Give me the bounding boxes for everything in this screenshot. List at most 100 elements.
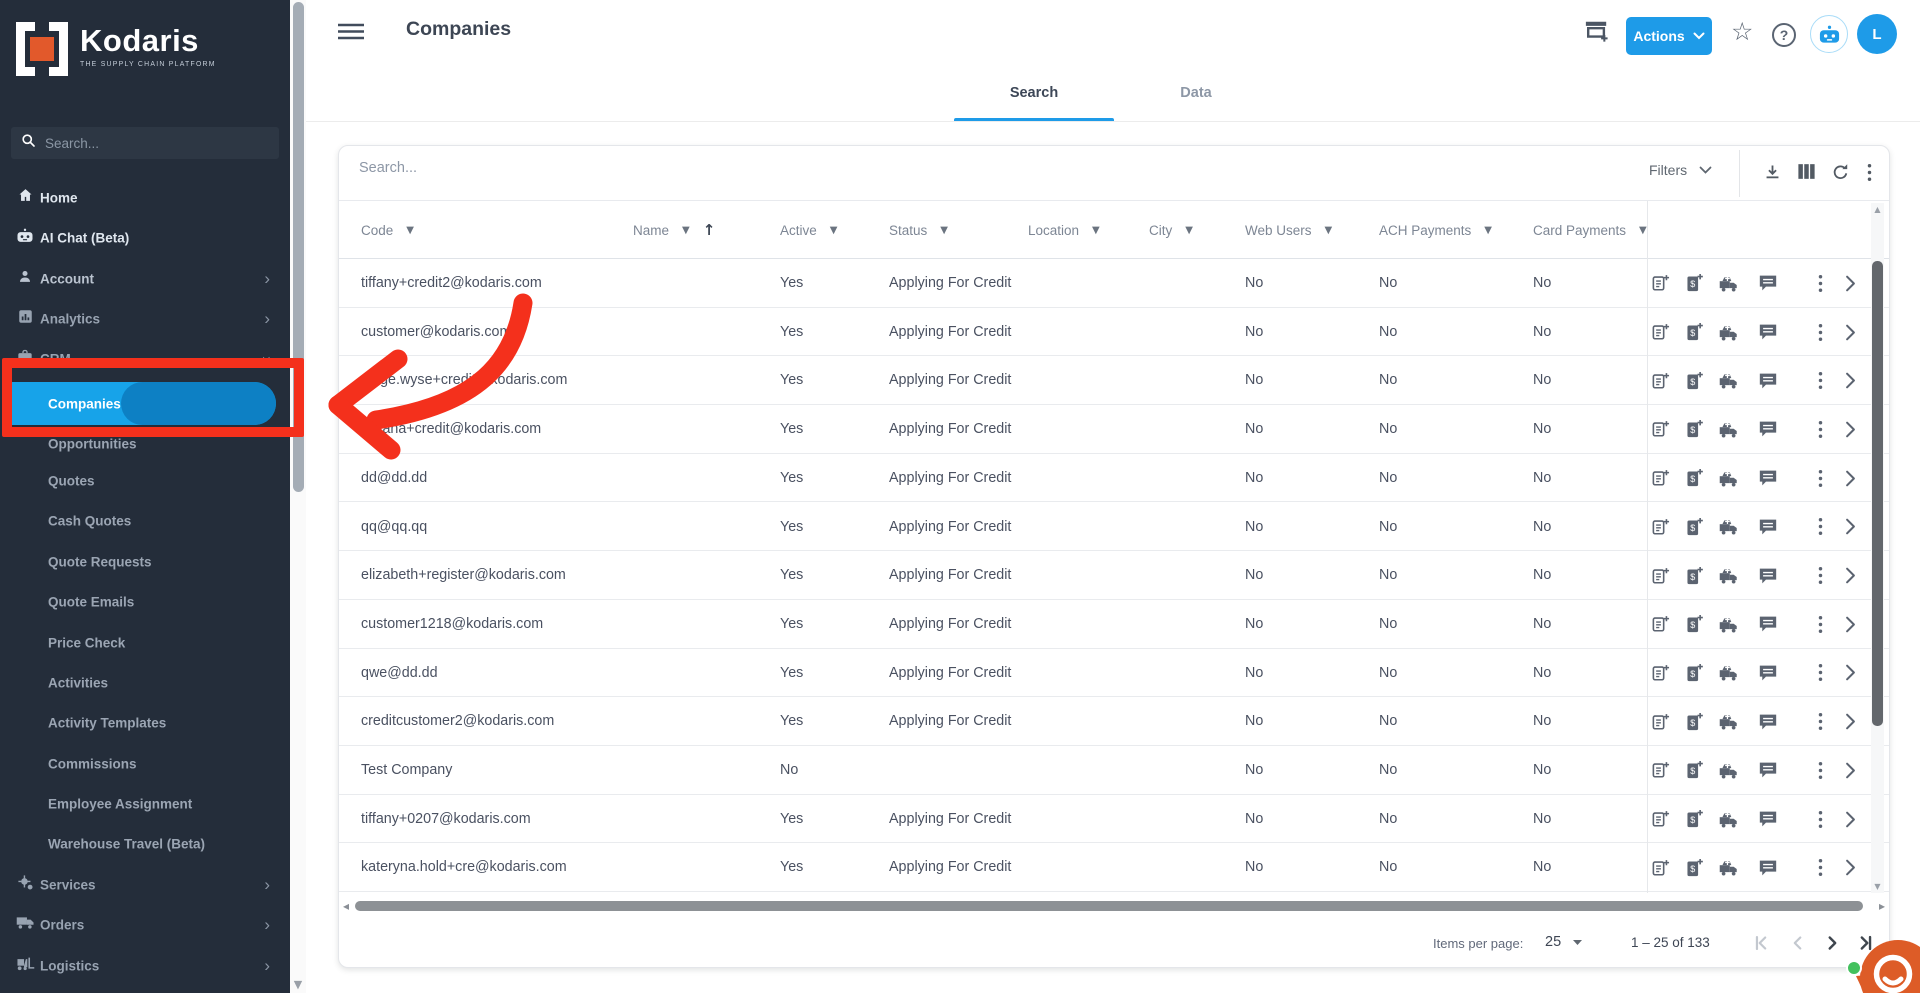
add-delivery-icon[interactable] (1718, 421, 1740, 438)
more-options-icon[interactable] (1818, 323, 1823, 342)
scrollbar-up-arrow-icon[interactable]: ▲ (1871, 205, 1884, 214)
open-row-icon[interactable] (1845, 372, 1856, 389)
filters-button[interactable]: Filters (1649, 162, 1712, 178)
add-invoice-icon[interactable]: $ (1685, 371, 1703, 391)
add-note-icon[interactable] (1651, 712, 1670, 732)
add-invoice-icon[interactable]: $ (1685, 273, 1703, 293)
more-options-icon[interactable] (1818, 858, 1823, 877)
user-avatar[interactable]: L (1857, 14, 1897, 54)
comments-icon[interactable] (1758, 615, 1778, 633)
column-header-web-users[interactable]: Web Users ▼ (1245, 201, 1332, 259)
open-row-icon[interactable] (1845, 567, 1856, 584)
add-note-icon[interactable] (1651, 273, 1670, 293)
comments-icon[interactable] (1758, 274, 1778, 292)
column-header-ach-payments[interactable]: ACH Payments ▼ (1379, 201, 1492, 259)
column-header-name[interactable]: Name ▼ ↑ (633, 201, 715, 259)
open-row-icon[interactable] (1845, 859, 1856, 876)
more-options-icon[interactable] (1818, 517, 1823, 536)
store-add-icon[interactable] (1584, 19, 1609, 48)
column-header-location[interactable]: Location ▼ (1028, 201, 1100, 259)
add-invoice-icon[interactable]: $ (1685, 468, 1703, 488)
sidebar-item-quote-requests[interactable]: Quote Requests (0, 542, 290, 582)
column-filter-icon[interactable]: ▼ (1325, 225, 1333, 236)
favorite-star-icon[interactable]: ☆ (1731, 17, 1753, 46)
column-header-city[interactable]: City ▼ (1149, 201, 1193, 259)
more-options-icon[interactable] (1818, 566, 1823, 585)
add-note-icon[interactable] (1651, 858, 1670, 878)
sidebar-item-warehouse-travel-beta[interactable]: Warehouse Travel (Beta) (0, 824, 290, 864)
kodaris-logo[interactable]: Kodaris THE SUPPLY CHAIN PLATFORM (16, 22, 216, 76)
table-horizontal-scrollbar[interactable]: ◂ ▸ (341, 896, 1887, 916)
sidebar-item-analytics[interactable]: Analytics › (0, 299, 290, 339)
add-note-icon[interactable] (1651, 663, 1670, 683)
open-row-icon[interactable] (1845, 324, 1856, 341)
sidebar-item-cash-quotes[interactable]: Cash Quotes (0, 501, 290, 541)
actions-button[interactable]: Actions (1626, 17, 1712, 55)
tab-data[interactable]: Data (1116, 62, 1276, 121)
add-invoice-icon[interactable]: $ (1685, 858, 1703, 878)
sidebar-search-input[interactable] (45, 135, 245, 151)
column-header-active[interactable]: Active ▼ (780, 201, 837, 259)
comments-icon[interactable] (1758, 420, 1778, 438)
column-filter-icon[interactable]: ▼ (682, 225, 690, 236)
comments-icon[interactable] (1758, 810, 1778, 828)
scrollbar-down-arrow-icon[interactable]: ▼ (1871, 882, 1884, 891)
column-filter-icon[interactable]: ▼ (1484, 225, 1492, 236)
tab-search[interactable]: Search (954, 62, 1114, 121)
add-note-icon[interactable] (1651, 517, 1670, 537)
scrollbar-left-arrow-icon[interactable]: ◂ (343, 899, 349, 913)
chat-widget[interactable] (1842, 936, 1920, 993)
add-note-icon[interactable] (1651, 760, 1670, 780)
add-delivery-icon[interactable] (1718, 616, 1740, 633)
add-invoice-icon[interactable]: $ (1685, 614, 1703, 634)
add-invoice-icon[interactable]: $ (1685, 517, 1703, 537)
previous-page-button[interactable] (1787, 932, 1809, 959)
add-note-icon[interactable] (1651, 614, 1670, 634)
open-row-icon[interactable] (1845, 713, 1856, 730)
column-filter-icon[interactable]: ▼ (1639, 225, 1647, 236)
comments-icon[interactable] (1758, 567, 1778, 585)
horizontal-scrollbar-thumb[interactable] (355, 901, 1863, 911)
comments-icon[interactable] (1758, 664, 1778, 682)
table-search-input[interactable] (359, 160, 1259, 176)
open-row-icon[interactable] (1845, 518, 1856, 535)
column-filter-icon[interactable]: ▼ (830, 225, 838, 236)
sidebar-item-price-check[interactable]: Price Check (0, 623, 290, 663)
column-header-status[interactable]: Status ▼ (889, 201, 948, 259)
sidebar-item-quote-emails[interactable]: Quote Emails (0, 582, 290, 622)
comments-icon[interactable] (1758, 372, 1778, 390)
more-options-icon[interactable] (1867, 163, 1872, 187)
columns-icon[interactable] (1797, 163, 1816, 185)
add-invoice-icon[interactable]: $ (1685, 322, 1703, 342)
comments-icon[interactable] (1758, 713, 1778, 731)
add-delivery-icon[interactable] (1718, 713, 1740, 730)
scrollbar-right-arrow-icon[interactable]: ▸ (1879, 899, 1885, 913)
page-size-select[interactable]: 25 (1545, 934, 1583, 950)
add-invoice-icon[interactable]: $ (1685, 712, 1703, 732)
comments-icon[interactable] (1758, 518, 1778, 536)
add-invoice-icon[interactable]: $ (1685, 419, 1703, 439)
column-filter-icon[interactable]: ▼ (406, 225, 414, 236)
sidebar-item-activity-templates[interactable]: Activity Templates (0, 703, 290, 743)
column-filter-icon[interactable]: ▼ (1185, 225, 1193, 236)
add-delivery-icon[interactable] (1718, 324, 1740, 341)
sidebar-item-account[interactable]: Account › (0, 259, 290, 299)
more-options-icon[interactable] (1818, 663, 1823, 682)
comments-icon[interactable] (1758, 323, 1778, 341)
add-delivery-icon[interactable] (1718, 811, 1740, 828)
sidebar-item-quotes[interactable]: Quotes (0, 461, 290, 501)
sidebar-item-employee-assignment[interactable]: Employee Assignment (0, 784, 290, 824)
sidebar-search[interactable] (11, 127, 279, 159)
add-delivery-icon[interactable] (1718, 567, 1740, 584)
add-delivery-icon[interactable] (1718, 859, 1740, 876)
comments-icon[interactable] (1758, 761, 1778, 779)
scrollbar-down-arrow-icon[interactable]: ▼ (290, 978, 306, 991)
more-options-icon[interactable] (1818, 712, 1823, 731)
open-row-icon[interactable] (1845, 616, 1856, 633)
more-options-icon[interactable] (1818, 371, 1823, 390)
table-vertical-scrollbar[interactable]: ▲ ▼ (1871, 203, 1884, 893)
ai-assistant-icon[interactable] (1810, 15, 1848, 53)
add-note-icon[interactable] (1651, 322, 1670, 342)
column-filter-icon[interactable]: ▼ (1092, 225, 1100, 236)
sidebar-item-activities[interactable]: Activities (0, 663, 290, 703)
